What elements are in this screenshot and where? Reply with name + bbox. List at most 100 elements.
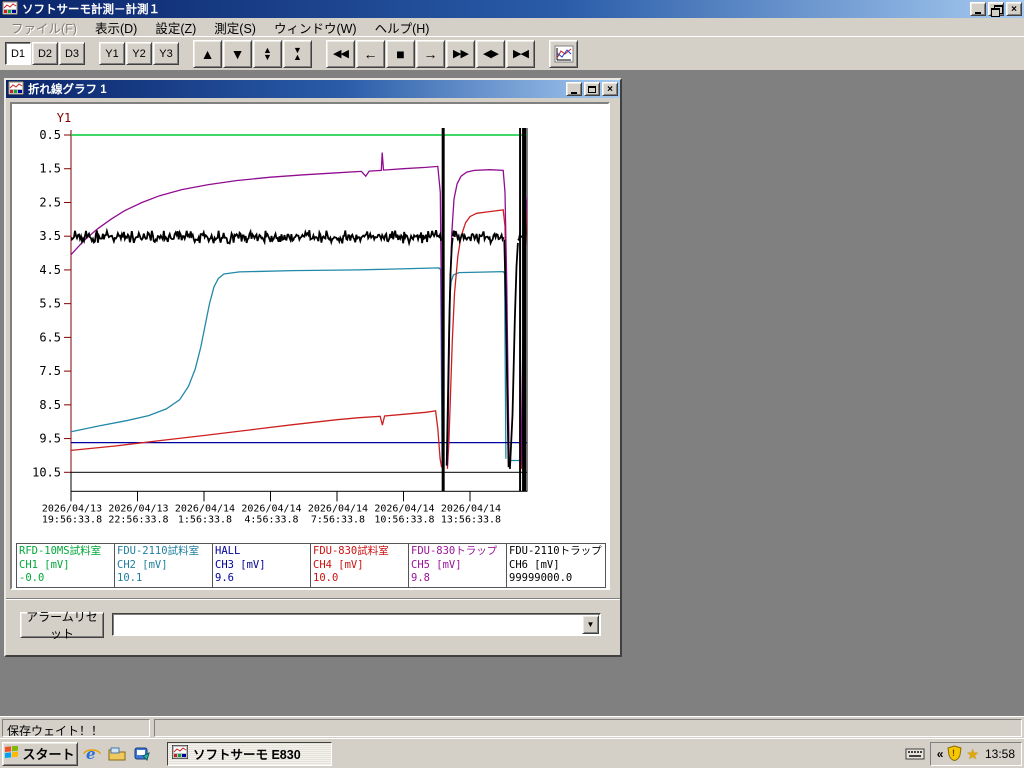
graph-window-icon <box>8 81 24 98</box>
svg-text:1.5: 1.5 <box>39 162 61 176</box>
task-button-label: ソフトサーモ E830 <box>193 744 301 763</box>
tray-collapse-button[interactable]: « <box>937 747 944 761</box>
graph-minimize-button[interactable] <box>566 82 582 96</box>
expand-y-button[interactable]: ▲▼ <box>253 40 282 68</box>
svg-text:2026/04/14: 2026/04/14 <box>241 503 301 514</box>
fast-forward-button[interactable]: ▶▶ <box>446 40 475 68</box>
legend-cell-ch5: FDU-830トラップCH5 [mV]9.8 <box>409 544 507 587</box>
legend-cell-ch1: RFD-10MS試料室CH1 [mV]-0.0 <box>17 544 115 587</box>
legend-value: -0.0 <box>19 572 112 586</box>
y3-button[interactable]: Y3 <box>153 42 179 65</box>
compress-y-button[interactable]: ▼▲ <box>283 40 312 68</box>
internet-explorer-icon[interactable]: e <box>81 743 103 765</box>
svg-text:2026/04/13: 2026/04/13 <box>108 503 168 514</box>
main-window: ソフトサーモ計測－計測１ × ファイル(F)表示(D)設定(Z)測定(S)ウィン… <box>0 0 1024 738</box>
menu-item-2[interactable]: 設定(Z) <box>146 16 205 39</box>
svg-text:7.5: 7.5 <box>39 364 61 378</box>
rewind-button[interactable]: ◀◀ <box>326 40 355 68</box>
windows-logo-icon <box>5 746 19 762</box>
svg-text:2026/04/14: 2026/04/14 <box>308 503 368 514</box>
step-back-button[interactable]: ← <box>356 40 385 68</box>
show-desktop-icon[interactable] <box>106 743 128 765</box>
menu-item-0[interactable]: ファイル(F) <box>2 16 86 39</box>
restore-icon <box>991 5 1001 14</box>
graph-setup-button[interactable] <box>549 40 578 68</box>
clock[interactable]: 13:58 <box>985 747 1015 761</box>
legend-name: FDU-830試料室 <box>313 545 406 559</box>
legend-value: 9.8 <box>411 572 504 586</box>
keyboard-icon[interactable] <box>905 745 925 763</box>
graph-titlebar[interactable]: 折れ線グラフ 1 × <box>6 80 620 98</box>
legend-value: 10.0 <box>313 572 406 586</box>
restore-button[interactable] <box>988 2 1004 16</box>
graph-window: 折れ線グラフ 1 × Y10.51.52.53.54.55.56.57.58.5… <box>4 78 622 657</box>
scroll-down-button[interactable]: ▼ <box>223 40 252 68</box>
svg-text:1:56:33.8: 1:56:33.8 <box>178 514 232 525</box>
scroll-up-button[interactable]: ▲ <box>193 40 222 68</box>
d2-button[interactable]: D2 <box>32 42 58 65</box>
svg-text:2026/04/13: 2026/04/13 <box>42 503 102 514</box>
start-button[interactable]: スタート <box>2 742 78 766</box>
alarm-combo[interactable]: ▼ <box>112 613 601 636</box>
menu-item-4[interactable]: ウィンドウ(W) <box>265 16 366 39</box>
close-button[interactable]: × <box>1006 2 1022 16</box>
channel-legend: RFD-10MS試料室CH1 [mV]-0.0FDU-2110試料室CH2 [m… <box>16 543 606 588</box>
svg-text:e: e <box>86 745 96 763</box>
minimize-icon <box>571 92 577 94</box>
legend-name: HALL <box>215 545 308 559</box>
status-extra-cell <box>154 719 1022 737</box>
legend-ch: CH2 [mV] <box>117 559 210 573</box>
y1-button[interactable]: Y1 <box>99 42 125 65</box>
mini-chart-icon <box>554 45 574 63</box>
legend-ch: CH1 [mV] <box>19 559 112 573</box>
alarm-combo-value <box>113 614 581 635</box>
legend-name: RFD-10MS試料室 <box>19 545 112 559</box>
alarm-reset-button[interactable]: アラームリセット <box>20 612 104 638</box>
expand-x-button[interactable]: ◀▶ <box>476 40 505 68</box>
maximize-icon <box>588 86 596 93</box>
legend-cell-ch6: FDU-2110トラップCH6 [mV]99999000.0 <box>507 544 605 587</box>
toolbar-group: D1D2D3 <box>5 42 86 65</box>
outlook-express-icon[interactable] <box>131 743 153 765</box>
minimize-button[interactable] <box>970 2 986 16</box>
svg-text:2.5: 2.5 <box>39 195 61 209</box>
d1-button[interactable]: D1 <box>5 42 31 65</box>
legend-ch: CH3 [mV] <box>215 559 308 573</box>
svg-text:4:56:33.8: 4:56:33.8 <box>244 514 298 525</box>
d3-button[interactable]: D3 <box>59 42 85 65</box>
legend-name: FDU-830トラップ <box>411 545 504 559</box>
system-tray: « ! ★ 13:58 <box>905 742 1022 766</box>
minimize-icon <box>975 12 981 14</box>
toolbar-group: ◀◀←■→▶▶◀▶▶◀ <box>326 40 536 68</box>
task-button-softthermo[interactable]: ソフトサーモ E830 <box>167 742 332 766</box>
svg-text:2026/04/14: 2026/04/14 <box>175 503 235 514</box>
graph-close-button[interactable]: × <box>602 82 618 96</box>
star-icon[interactable]: ★ <box>966 746 979 763</box>
legend-name: FDU-2110トラップ <box>509 545 603 559</box>
menu-item-5[interactable]: ヘルプ(H) <box>366 16 439 39</box>
svg-text:4.5: 4.5 <box>39 263 61 277</box>
line-chart: Y10.51.52.53.54.55.56.57.58.59.510.52026… <box>12 104 608 588</box>
svg-text:!: ! <box>952 748 955 758</box>
legend-ch: CH6 [mV] <box>509 559 603 573</box>
stop-button[interactable]: ■ <box>386 40 415 68</box>
menu-item-1[interactable]: 表示(D) <box>86 16 146 39</box>
chart-panel: Y10.51.52.53.54.55.56.57.58.59.510.52026… <box>10 102 610 590</box>
security-shield-icon[interactable]: ! <box>947 745 962 764</box>
toolbar-group: ▲▼▲▼▼▲ <box>193 40 313 68</box>
svg-text:8.5: 8.5 <box>39 398 61 412</box>
menu-item-3[interactable]: 測定(S) <box>205 16 265 39</box>
compress-x-button[interactable]: ▶◀ <box>506 40 535 68</box>
graph-client: Y10.51.52.53.54.55.56.57.58.59.510.52026… <box>6 98 620 655</box>
graph-maximize-button[interactable] <box>584 82 600 96</box>
combo-dropdown-button[interactable]: ▼ <box>582 615 599 634</box>
legend-ch: CH5 [mV] <box>411 559 504 573</box>
svg-text:19:56:33.8: 19:56:33.8 <box>42 514 102 525</box>
legend-ch: CH4 [mV] <box>313 559 406 573</box>
graph-window-title: 折れ線グラフ 1 <box>28 81 566 97</box>
taskbar: スタート e ソフトサーモ E830 <box>0 738 1024 768</box>
step-forward-button[interactable]: → <box>416 40 445 68</box>
svg-text:22:56:33.8: 22:56:33.8 <box>108 514 168 525</box>
y2-button[interactable]: Y2 <box>126 42 152 65</box>
svg-text:5.5: 5.5 <box>39 297 61 311</box>
